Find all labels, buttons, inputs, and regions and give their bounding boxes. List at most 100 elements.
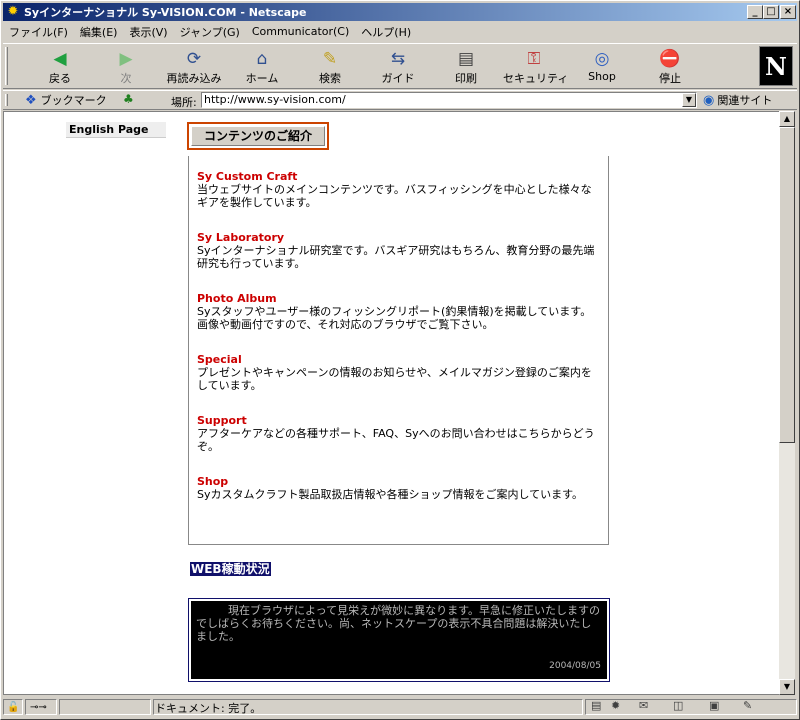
content-link-special[interactable]: Special <box>197 353 600 366</box>
toolbar-button-0[interactable]: ◀ 戻る <box>29 48 91 86</box>
toolbar-button-label: ガイド <box>381 72 415 85</box>
toolbar-button-label: セキュリティ <box>503 72 569 85</box>
related-sites-label: 関連サイト <box>717 94 773 107</box>
toolbar-button-label: 停止 <box>659 72 681 85</box>
toolbar-button-label: 検索 <box>319 72 341 85</box>
toolbar-button-2[interactable]: ⟳ 再読み込み <box>163 48 225 86</box>
app-icon: ✹ <box>7 4 19 19</box>
scroll-down-icon[interactable]: ▼ <box>779 679 795 695</box>
content-description: Syインターナショナル研究室です。バスギア研究はもちろん、教育分野の最先端研究も… <box>197 244 595 270</box>
print-icon: ▤ <box>457 49 475 69</box>
content-link-photo-album[interactable]: Photo Album <box>197 292 600 305</box>
content-link-custom-craft[interactable]: Sy Custom Craft <box>197 170 600 183</box>
globe-icon: ◉ <box>703 92 715 108</box>
title-bar[interactable]: ✹ Syインターナショナル Sy-VISION.COM - Netscape _… <box>3 3 797 21</box>
navigation-toolbar: ◀ 戻る ▶ 次 ⟳ 再読み込み ⌂ ホーム ✎ 検索 ⇆ ガイド ▤ 印刷 ⚿ セキュリティ ◎ Shop ⛔ 停止… <box>3 43 797 89</box>
bookmark-icon: ❖ <box>25 92 37 108</box>
close-button[interactable]: × <box>780 5 796 19</box>
news-box: 現在ブラウザによって見栄えが微妙に異なります。早急に修正いたしますのでしばらくお… <box>188 598 610 682</box>
toolbar-button-label: 再読み込み <box>166 72 222 85</box>
url-text: http://www.sy-vision.com/ <box>204 93 346 106</box>
menu-go[interactable]: ジャンプ(G) <box>180 24 240 40</box>
navigator-icon[interactable]: ✹ <box>611 699 620 712</box>
toolbar-button-label: ホーム <box>245 72 279 85</box>
search-icon: ✎ <box>322 49 338 69</box>
content-description: Syスタッフやユーザー様のフィッシングリポート(釣果情報)を掲載しています。画像… <box>197 305 592 331</box>
menu-help[interactable]: ヘルプ(H) <box>361 24 411 40</box>
connection-icon: ⊸⊸ <box>30 702 47 713</box>
toolbar-button-9[interactable]: ⛔ 停止 <box>639 48 701 86</box>
vertical-scrollbar[interactable]: ▲ ▼ <box>779 111 795 695</box>
toolbar-button-8[interactable]: ◎ Shop <box>571 48 633 86</box>
content-description: アフターケアなどの各種サポート、FAQ、Syへのお問い合わせはこちらからどうぞ。 <box>197 427 595 453</box>
contents-title: コンテンツのご紹介 <box>187 122 329 150</box>
news-date: 2004/08/05 <box>549 661 601 671</box>
contents-title-text: コンテンツのご紹介 <box>191 126 325 146</box>
menu-bar: ファイル(F) 編集(E) 表示(V) ジャンプ(G) Communicator… <box>3 22 797 41</box>
bookmarks-button[interactable]: ❖ ブックマーク <box>25 92 107 108</box>
content-item: Support アフターケアなどの各種サポート、FAQ、Syへのお問い合わせはこ… <box>197 414 600 453</box>
related-sites-button[interactable]: ◉ 関連サイト <box>703 92 772 108</box>
toolbar-button-5[interactable]: ⇆ ガイド <box>367 48 429 86</box>
security-status-panel[interactable]: 🔓 <box>3 699 23 715</box>
progress-panel <box>59 699 151 715</box>
forward-arrow-icon: ▶ <box>119 49 133 69</box>
content-item: Sy Custom Craft 当ウェブサイトのメインコンテンツです。バスフィッ… <box>197 170 600 209</box>
locbar-grip[interactable] <box>5 94 8 106</box>
scroll-up-icon[interactable]: ▲ <box>779 111 795 127</box>
mail-icon[interactable]: ✉ <box>639 699 648 712</box>
guide-icon: ⇆ <box>390 49 406 69</box>
content-description: Syカスタムクラフト製品取扱店情報や各種ショップ情報をご案内しています。 <box>197 488 584 501</box>
content-link-shop[interactable]: Shop <box>197 475 600 488</box>
netscape-logo[interactable]: N <box>759 46 793 86</box>
composer-icon[interactable]: ✎ <box>743 699 752 712</box>
toolbar-button-label: Shop <box>588 70 616 83</box>
content-item: Shop Syカスタムクラフト製品取扱店情報や各種ショップ情報をご案内しています… <box>197 475 600 501</box>
toolbar-button-4[interactable]: ✎ 検索 <box>299 48 361 86</box>
content-link-support[interactable]: Support <box>197 414 600 427</box>
content-description: プレゼントやキャンペーンの情報のお知らせや、メイルマガジン登録のご案内をしていま… <box>197 366 592 392</box>
status-bar: 🔓 ⊸⊸ ドキュメント: 完了。 ▤ ✹ ✉ ◫ ▣ ✎ <box>3 697 797 717</box>
minimize-button[interactable]: _ <box>747 5 763 19</box>
toolbar-button-3[interactable]: ⌂ ホーム <box>231 48 293 86</box>
content-item: Photo Album Syスタッフやユーザー様のフィッシングリポート(釣果情報… <box>197 292 600 331</box>
page-viewport[interactable]: English Page コンテンツのご紹介 Sy Custom Craft 当… <box>3 111 779 695</box>
menu-edit[interactable]: 編集(E) <box>80 24 118 40</box>
contents-list: Sy Custom Craft 当ウェブサイトのメインコンテンツです。バスフィッ… <box>188 156 609 545</box>
toolbar-button-label: 次 <box>120 72 132 85</box>
tasks-icon[interactable]: ▤ <box>591 699 601 712</box>
content-link-laboratory[interactable]: Sy Laboratory <box>197 231 600 244</box>
scroll-thumb[interactable] <box>779 127 795 443</box>
menu-file[interactable]: ファイル(F) <box>9 24 68 40</box>
content-item: Special プレゼントやキャンペーンの情報のお知らせや、メイルマガジン登録の… <box>197 353 600 392</box>
content-item: Sy Laboratory Syインターナショナル研究室です。バスギア研究はもち… <box>197 231 600 270</box>
page-proxy-icon[interactable]: ♣ <box>123 92 134 106</box>
maximize-button[interactable]: □ <box>763 5 779 19</box>
browser-window: ✹ Syインターナショナル Sy-VISION.COM - Netscape _… <box>0 0 800 720</box>
toolbar-button-6[interactable]: ▤ 印刷 <box>435 48 497 86</box>
toolbar-grip[interactable] <box>5 47 8 85</box>
toolbar-button-7[interactable]: ⚿ セキュリティ <box>503 48 569 86</box>
toolbar-button-label: 戻る <box>49 72 71 85</box>
url-input[interactable]: http://www.sy-vision.com/ ▼ <box>201 92 697 108</box>
content-description: 当ウェブサイトのメインコンテンツです。バスフィッシングを中心とした様々なギアを製… <box>197 183 592 209</box>
toolbar-button-label: 印刷 <box>455 72 477 85</box>
web-status-title: WEB稼動状況 <box>190 562 271 576</box>
padlock-icon: 🔓 <box>7 702 20 713</box>
location-toolbar: ❖ ブックマーク ♣ 場所: http://www.sy-vision.com/… <box>3 90 797 110</box>
english-page-link[interactable]: English Page <box>66 122 166 138</box>
stop-icon: ⛔ <box>659 49 681 69</box>
newsgroups-icon[interactable]: ◫ <box>673 699 683 712</box>
address-book-icon[interactable]: ▣ <box>709 699 719 712</box>
menu-view[interactable]: 表示(V) <box>129 24 167 40</box>
location-label: 場所: <box>171 96 197 109</box>
online-status-panel[interactable]: ⊸⊸ <box>25 699 57 715</box>
bookmarks-label: ブックマーク <box>40 94 107 107</box>
reload-icon: ⟳ <box>186 49 202 69</box>
toolbar-button-1[interactable]: ▶ 次 <box>95 48 157 86</box>
news-marquee: 現在ブラウザによって見栄えが微妙に異なります。早急に修正いたしますのでしばらくお… <box>191 601 607 679</box>
news-text: 現在ブラウザによって見栄えが微妙に異なります。早急に修正いたしますのでしばらくお… <box>196 604 601 643</box>
home-icon: ⌂ <box>256 49 268 69</box>
menu-communicator[interactable]: Communicator(C) <box>252 25 349 38</box>
url-dropdown-icon[interactable]: ▼ <box>682 93 696 107</box>
